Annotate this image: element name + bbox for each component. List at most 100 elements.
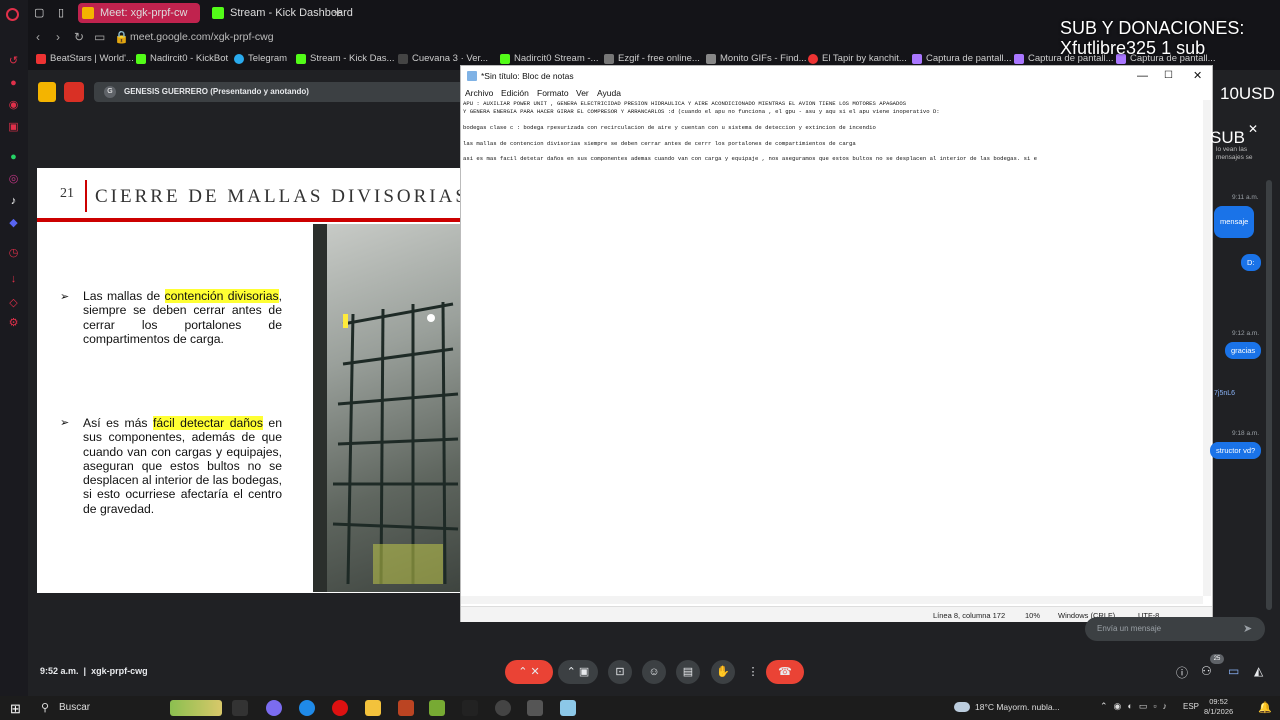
menu-archivo[interactable]: Archivo [465, 88, 493, 98]
menu-ver[interactable]: Ver [576, 88, 589, 98]
bookmark-item[interactable]: Stream - Kick Das... [296, 53, 394, 64]
minimize-icon[interactable]: — [1137, 66, 1148, 86]
stream-overlay: SUB Y DONACIONES: Xfutlibre325 1 sub [1060, 18, 1280, 58]
menu-edicion[interactable]: Edición [501, 88, 529, 98]
weather-text[interactable]: 18°C Mayorm. nubla... [975, 702, 1060, 712]
bookmark-item[interactable]: Ezgif - free online... [604, 53, 700, 64]
raise-hand-button[interactable]: ✋ [711, 660, 735, 684]
bullet-arrow-icon: ➢ [60, 291, 70, 303]
overlay-amount: 10USD [1220, 84, 1275, 103]
leave-call-button[interactable]: ☎ [766, 660, 804, 684]
opera-logo-icon[interactable] [6, 8, 19, 21]
chat-time: 9:18 a.m. [1232, 430, 1260, 437]
chat-placeholder: Envía un mensaje [1097, 624, 1162, 633]
activities-icon[interactable]: ◭ [1254, 664, 1263, 678]
notification-bell-icon[interactable]: 🔔 [1258, 701, 1272, 714]
mic-toggle-button[interactable]: ⌃ ✕ [505, 660, 553, 684]
store-icon[interactable] [527, 700, 543, 716]
bookmark-item[interactable]: Nadircit0 Stream -... [500, 53, 598, 64]
download-icon[interactable]: ↓ [6, 272, 21, 287]
workspaces-icon[interactable]: ▢ [34, 3, 54, 23]
chat-icon[interactable]: ▭ [1228, 664, 1239, 678]
notepad-hscrollbar[interactable] [461, 596, 1203, 604]
camera-icon[interactable]: ▭ [94, 30, 105, 44]
forward-icon[interactable]: › [56, 30, 60, 44]
send-icon[interactable]: ➤ [1243, 622, 1252, 635]
language-indicator[interactable]: ESP [1183, 702, 1199, 711]
history-icon[interactable]: ↺ [6, 54, 21, 69]
menu-formato[interactable]: Formato [537, 88, 569, 98]
opera-sidebar: ↺ ● ◉ ▣ ● ◎ ♪ ◆ ◷ ↓ ◇ ⚙ [0, 0, 28, 696]
bookmark-item[interactable]: Monito GIFs - Find... [706, 53, 807, 64]
edge-icon[interactable] [299, 700, 315, 716]
epic-games-icon[interactable] [462, 700, 478, 716]
bookmark-item[interactable]: Telegram [234, 53, 287, 64]
maximize-icon[interactable]: ☐ [1164, 66, 1173, 86]
taskbar-clock[interactable]: 09:52 8/1/2026 [1204, 697, 1233, 717]
captions-button[interactable]: ▤ [676, 660, 700, 684]
record-icon[interactable] [64, 82, 84, 102]
people-icon[interactable]: ⚇ [1201, 664, 1212, 678]
whatsapp-icon[interactable]: ● [6, 150, 21, 165]
chat-message: structor vd? [1210, 442, 1262, 459]
opera-icon[interactable] [332, 700, 348, 716]
notepad-vscrollbar[interactable] [1203, 100, 1211, 596]
notepad-taskbar-icon[interactable] [560, 700, 576, 716]
chat-link[interactable]: 7j5nL6 [1214, 390, 1235, 397]
task-view-icon[interactable] [232, 700, 248, 716]
copilot-icon[interactable] [266, 700, 282, 716]
notepad-title: *Sin título: Bloc de notas [481, 71, 574, 81]
user-icon[interactable]: ● [6, 76, 21, 91]
chat-scrollbar[interactable] [1266, 180, 1272, 610]
chat-input[interactable]: Envía un mensaje ➤ [1085, 617, 1265, 641]
bookmark-item[interactable]: El Tapir by kanchit... [808, 53, 907, 64]
winrar-icon[interactable] [398, 700, 414, 716]
reload-icon[interactable]: ↻ [74, 30, 84, 44]
system-tray-icons[interactable]: ⌃◉◐▭▫♪ [1100, 701, 1173, 712]
obs-icon[interactable] [495, 700, 511, 716]
meet-activity-icon[interactable] [38, 82, 56, 102]
tab-list-icon[interactable]: ▯ [58, 3, 78, 23]
instagram-app-icon[interactable]: ◎ [6, 172, 21, 187]
notepad-window: *Sin título: Bloc de notas — ☐ ✕ Archivo… [460, 65, 1213, 622]
reactions-button[interactable]: ☺ [642, 660, 666, 684]
messenger-icon[interactable]: ◉ [6, 98, 21, 113]
tab-meet[interactable]: Meet: xgk-prpf-cw [78, 3, 200, 23]
settings-icon[interactable]: ⚙ [6, 316, 21, 331]
url-field[interactable]: meet.google.com/xgk-prpf-cwg [130, 31, 274, 43]
new-tab-button[interactable]: ＋ [332, 3, 343, 23]
menu-ayuda[interactable]: Ayuda [597, 88, 621, 98]
bookmark-item[interactable]: Captura de pantall... [912, 53, 1012, 64]
more-options-button[interactable]: ⋮ [741, 660, 765, 684]
slide-accent [85, 180, 87, 212]
discord-icon[interactable]: ◆ [6, 216, 21, 231]
windows-start-icon[interactable]: ⊞ [10, 701, 21, 717]
pin-icon[interactable]: ◇ [6, 296, 21, 311]
tiktok-icon[interactable]: ♪ [6, 194, 21, 209]
chat-time: 9:11 a.m. [1232, 194, 1259, 201]
file-explorer-icon[interactable] [365, 700, 381, 716]
slide-title: CIERRE DE MALLAS DIVISORIAS [95, 186, 469, 207]
presenter-avatar: G [104, 86, 116, 98]
bookmark-item[interactable]: Nadircit0 - KickBot [136, 53, 228, 64]
notepad-icon [467, 71, 477, 81]
slide-number: 21 [60, 186, 74, 201]
close-icon[interactable]: ✕ [1193, 66, 1202, 86]
overlay-line1: SUB Y DONACIONES: [1060, 18, 1245, 38]
present-button[interactable]: ⊡ [608, 660, 632, 684]
close-panel-icon[interactable]: ✕ [1248, 122, 1258, 136]
back-icon[interactable]: ‹ [36, 30, 40, 44]
instagram-icon[interactable]: ▣ [6, 120, 21, 135]
app-icon[interactable] [429, 700, 445, 716]
bookmark-item[interactable]: BeatStars | World'... [36, 53, 134, 64]
camera-toggle-button[interactable]: ⌃ ▣ [558, 660, 598, 684]
search-icon: ⚲ [41, 702, 50, 714]
chat-message: mensaje [1214, 206, 1255, 238]
info-icon[interactable]: ⓘ [1176, 664, 1188, 681]
bookmark-item[interactable]: Cuevana 3 · Ver... [398, 53, 488, 64]
weather-icon [954, 702, 970, 712]
notepad-titlebar: *Sin título: Bloc de notas — ☐ ✕ [461, 66, 1212, 86]
clock-icon[interactable]: ◷ [6, 246, 21, 261]
hangup-icon: ☎ [778, 666, 792, 678]
notepad-text-area[interactable]: APU : AUXILIAR POWER UNIT , GENERA ELECT… [463, 100, 1203, 596]
